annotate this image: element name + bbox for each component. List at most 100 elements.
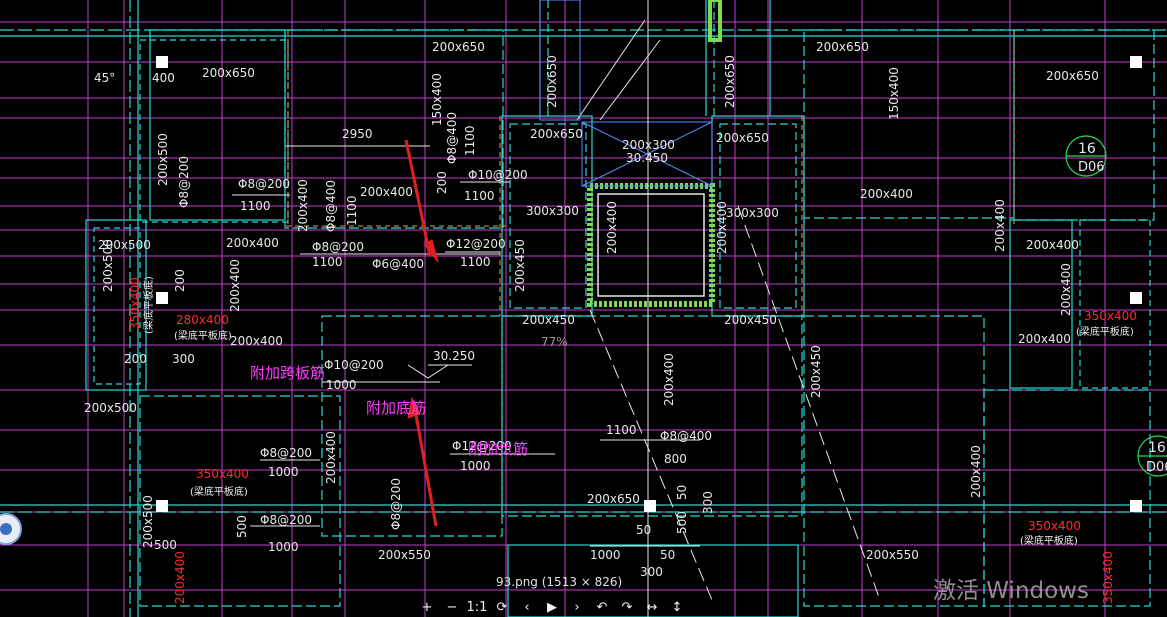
beam-label: 200x650 [587,492,640,506]
elevation-label: 30.250 [433,349,475,363]
rebar-label: Φ8@200 [260,446,312,460]
elevation-label-2: 30.450 [626,151,668,165]
dimension-label: 1100 [460,255,491,269]
rebar-label: Φ8@200 [260,513,312,527]
flip-horizontal-button[interactable]: ↔ [641,599,663,617]
red-beam-label: 280x400 [176,313,229,327]
zoom-out-button[interactable]: − [441,599,463,617]
beam-note: (梁底平板底) [1020,534,1078,547]
beam-label: 200x650 [545,55,559,108]
annotation-additional-negative-bar: 附加负筋 [468,440,528,458]
beam-label: 200x400 [662,353,676,406]
dimension-label: 50 [675,485,689,500]
beam-label: 200x500 [141,495,155,548]
rebar-label: Φ8@200 [312,240,364,254]
zoom-in-button[interactable]: + [416,599,438,617]
beam-label: 200x400 [230,334,283,348]
dimension-label: 1000 [326,378,357,392]
beam-label: 200x450 [724,313,777,327]
beam-label: 200x300 [622,138,675,152]
flip-vertical-button[interactable]: ↕ [666,599,688,617]
beam-label: 200x400 [296,179,310,232]
beam-note: (梁底平板底) [174,329,232,342]
dimension-label: 400 [152,71,175,85]
beam-label: 200x400 [605,201,619,254]
dimension-label: 500 [154,538,177,552]
app-icon-center [0,523,12,535]
shaft-hatch [539,0,881,617]
dimension-label: 1100 [606,423,637,437]
dimension-label: 1000 [268,540,299,554]
beam-label: 200x650 [723,55,737,108]
beam-label: 200x400 [1026,238,1079,252]
dimension-label: 800 [664,452,687,466]
beam-label: 200x400 [1018,332,1071,346]
beam-label: 200x400 [228,259,242,312]
beam-label: 200x450 [513,239,527,292]
rebar-label: Φ8@200 [177,156,191,208]
viewer-toolbar: + − 1:1 ⟳ ‹ ▶ › ↶ ↷ ↔ ↕ [416,598,688,617]
next-image-button[interactable]: › [566,599,588,617]
dimension-label: 1100 [463,125,477,156]
dimension-label: 1000 [268,465,299,479]
rotate-right-button[interactable]: ↷ [616,599,638,617]
axis-bubbles [1065,135,1167,477]
red-beam-label: 350x400 [1084,309,1137,323]
dimension-label: 500 [235,515,249,538]
beam-label: 200x650 [530,127,583,141]
rebar-label: Φ8@400 [660,429,712,443]
dimension-label: 50 [660,548,675,562]
rebar-label: Φ6@400 [372,257,424,271]
rebar-label: Φ8@200 [389,478,403,530]
beam-note: (梁底平板底) [1076,325,1134,338]
red-beam-label: 350x400 [128,277,142,330]
beam-label: 200x400 [226,236,279,250]
beam-label: 200x400 [360,185,413,199]
axis-bubble-number: 16 [1078,141,1096,157]
beam-note: (梁底平板底) [142,276,155,334]
cad-drawing: 200x650 200x650 200x650 200x650 200x500 … [0,0,1167,617]
beam-label: 200x500 [101,239,115,292]
beam-label: 200x450 [809,345,823,398]
beam-label: 200x650 [202,66,255,80]
dimension-label: 1100 [240,199,271,213]
beam-label: 150x400 [887,67,901,120]
beam-label: 200x650 [1046,69,1099,83]
image-viewer-canvas[interactable]: 200x650 200x650 200x650 200x650 200x500 … [0,0,1167,617]
dimension-label: 200 [124,352,147,366]
dimension-label: 300 [172,352,195,366]
rebar-label: Φ10@200 [468,168,528,182]
beam-label: 200x650 [816,40,869,54]
rebar-label: Φ8@400 [324,180,338,232]
rebar-label: Φ8@200 [238,177,290,191]
beam-label: 300x300 [526,204,579,218]
orange-dashes [286,30,1015,316]
red-beam-label: 350x400 [1028,519,1081,533]
beam-label: 200x500 [84,401,137,415]
beam-note: (梁底平板底) [190,485,248,498]
previous-image-button[interactable]: ‹ [516,599,538,617]
beam-label: 200x400 [324,431,338,484]
beam-outlines [0,0,1167,617]
beam-label: 150x400 [430,73,444,126]
axis-bubble-sub: D06 [1146,460,1167,475]
beam-label: 200x400 [860,187,913,201]
actual-size-button[interactable]: 1:1 [466,599,488,617]
rebar-label: Φ8@400 [445,112,459,164]
rebar-label: Φ10@200 [324,358,384,372]
red-beam-label: 350x400 [1101,551,1115,604]
zoom-level-indicator: 77% [541,335,568,349]
beam-label: 200x550 [866,548,919,562]
red-beam-label: 350x400 [196,467,249,481]
annotation-additional-span-bar: 附加跨板筋 [250,364,325,382]
beam-label: 200x450 [522,313,575,327]
slideshow-button[interactable]: ▶ [541,599,563,617]
rotate-left-button[interactable]: ↶ [591,599,613,617]
beam-label: 200x550 [378,548,431,562]
beam-label: 200x400 [969,445,983,498]
activate-windows-watermark: 激活 Windows [933,578,1089,604]
dimension-label: 2950 [342,127,373,141]
beam-label: 200x400 [993,199,1007,252]
dimension-label: 300 [701,491,715,514]
fit-window-button[interactable]: ⟳ [491,599,513,617]
